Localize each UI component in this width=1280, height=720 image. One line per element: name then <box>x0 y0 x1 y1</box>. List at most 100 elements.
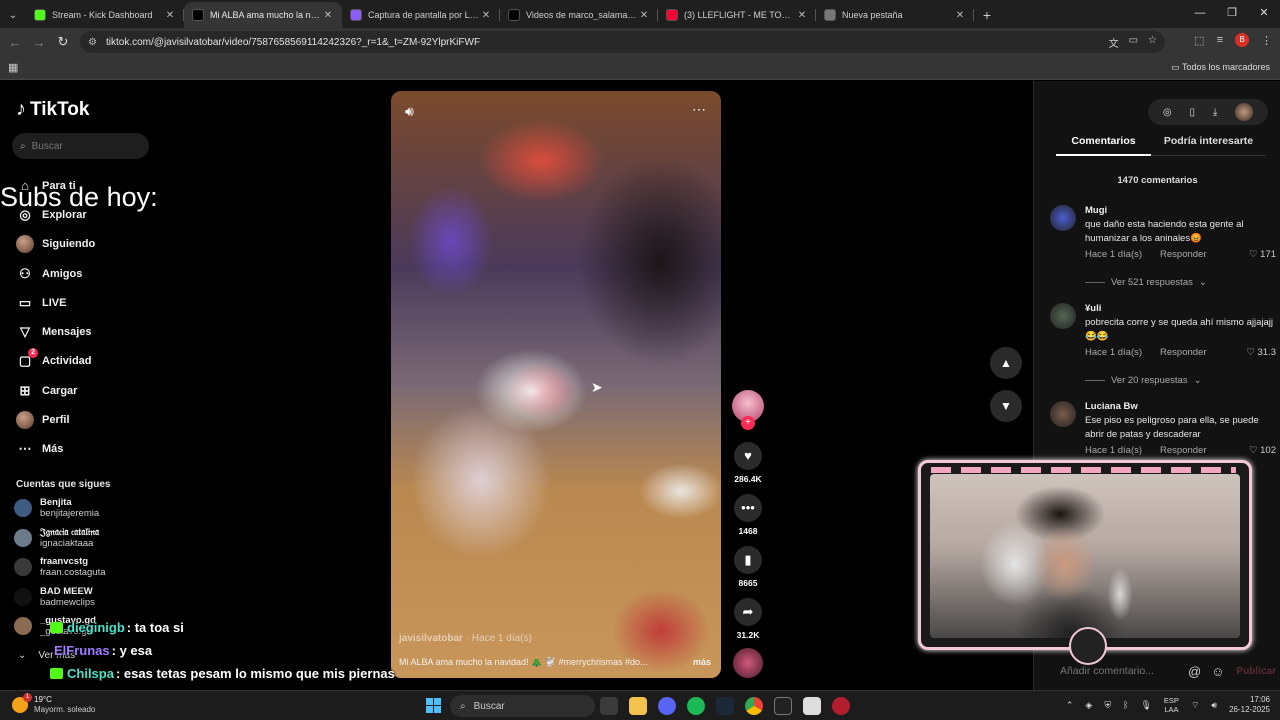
commenter-avatar[interactable] <box>1050 303 1076 329</box>
tab-close-icon[interactable]: ✕ <box>480 10 492 21</box>
reply-button[interactable]: Responder <box>1160 445 1206 456</box>
apps-grid-icon[interactable]: ▦ <box>8 61 18 74</box>
mic-icon[interactable]: 🎙︎ <box>1140 700 1151 711</box>
tiktok-logo[interactable]: ♪ TikTok <box>16 98 89 121</box>
sidebar-item-live[interactable]: ▭ LIVE <box>16 288 95 317</box>
chevron-down-icon[interactable]: ▼ <box>990 390 1022 422</box>
app-record-icon[interactable] <box>832 697 850 715</box>
commenter-avatar[interactable] <box>1050 205 1076 231</box>
extensions-icon[interactable]: ⬚ <box>1194 34 1204 47</box>
browser-tab[interactable]: Mi ALBA ama mucho la navidad✕ <box>184 2 342 28</box>
obs-icon[interactable] <box>774 697 792 715</box>
language-indicator[interactable]: ESP LAA <box>1164 696 1179 714</box>
view-replies-button[interactable]: Ver 521 respuestas ⌄ <box>1085 277 1276 288</box>
tab-might-interest[interactable]: Podría interesarte <box>1151 135 1266 156</box>
user-avatar[interactable] <box>1235 103 1254 121</box>
chrome-icon[interactable] <box>745 697 763 715</box>
following-account[interactable]: BAD MEEW badmewclips <box>14 586 95 608</box>
more-options-icon[interactable]: ⋯ <box>692 101 707 118</box>
taskbar-search[interactable]: ⌕ Buscar <box>450 695 595 717</box>
address-bar[interactable]: ⚙ tiktok.com/@javisilvatobar/video/75876… <box>80 31 1165 53</box>
comment-like-button[interactable]: ♡ 171 <box>1249 249 1276 260</box>
new-tab-button[interactable]: + <box>974 2 1000 28</box>
tray-chevron-up-icon[interactable]: ⌃ <box>1066 700 1074 711</box>
browser-tab[interactable]: Videos de marco_salamanca (@✕ <box>500 2 658 28</box>
tab-close-icon[interactable]: ✕ <box>638 10 650 21</box>
restore-icon[interactable]: ❐ <box>1216 0 1248 26</box>
start-windows-icon[interactable] <box>426 698 441 713</box>
music-disc[interactable] <box>733 648 763 678</box>
translate-icon[interactable]: 文 <box>1109 35 1119 50</box>
network-icon[interactable]: ◈ <box>1085 700 1092 711</box>
file-explorer-icon[interactable] <box>629 697 647 715</box>
security-icon[interactable]: ⛨ <box>1104 700 1111 711</box>
steam-icon[interactable] <box>716 697 734 715</box>
commenter-name[interactable]: Mugi <box>1085 205 1276 216</box>
comment-like-button[interactable]: ♡ 31.3 <box>1246 347 1276 358</box>
sidebar-item-perfil[interactable]: Perfil <box>16 405 95 434</box>
sidebar-item-actividad[interactable]: ▢ 2 Actividad <box>16 347 95 376</box>
commenter-name[interactable]: ¥uli <box>1085 303 1276 314</box>
caption-more-link[interactable]: más <box>693 657 711 668</box>
volume-tray-icon[interactable]: 🔊︎ <box>1211 700 1217 711</box>
tab-close-icon[interactable]: ✕ <box>796 10 808 21</box>
comment-button[interactable]: ••• 1468 <box>732 494 764 536</box>
discord-icon[interactable] <box>658 697 676 715</box>
tab-search-icon[interactable]: ⌄ <box>0 2 26 28</box>
mention-icon[interactable]: @ <box>1188 664 1201 679</box>
cast-icon[interactable]: ▭ <box>1129 35 1138 50</box>
sidebar-item-siguiendo[interactable]: Siguiendo <box>16 230 95 259</box>
tab-close-icon[interactable]: ✕ <box>954 10 966 21</box>
browser-tab[interactable]: (3) LLEFLIGHT - ME TOCA A MI✕ <box>658 2 816 28</box>
commenter-avatar[interactable] <box>1050 401 1076 427</box>
clock[interactable]: 17:06 26-12-2025 <box>1229 695 1270 715</box>
following-account[interactable]: Benjita benjitajeremia <box>14 497 99 519</box>
weather-widget[interactable]: 1 19°C Mayorm. soleado <box>12 693 95 715</box>
menu-kebab-icon[interactable]: ⋮ <box>1261 34 1272 47</box>
sidebar-item-amigos[interactable]: ⚇ Amigos <box>16 259 95 288</box>
app-icon[interactable] <box>803 697 821 715</box>
commenter-name[interactable]: Luciana Bw <box>1085 401 1276 412</box>
site-info-icon[interactable]: ⚙ <box>88 37 102 48</box>
bookmark-star-icon[interactable]: ☆ <box>1148 35 1157 50</box>
following-account[interactable]: 𝔍𝔤𝔫𝔞𝔠𝔦𝔞 𝔠𝔞𝔱𝔞𝔩𝔦𝔫𝔞 ignaciaktaaa <box>14 527 99 549</box>
download-icon[interactable]: ⤓ <box>1213 107 1217 118</box>
tab-close-icon[interactable]: ✕ <box>164 10 176 21</box>
publish-button[interactable]: Publicar <box>1237 666 1276 677</box>
share-button[interactable]: ➦ 31.2K <box>732 598 764 640</box>
bluetooth-icon[interactable]: ᛒ <box>1123 700 1128 710</box>
tab-close-icon[interactable]: ✕ <box>322 10 334 21</box>
media-icon[interactable]: ≡ <box>1217 34 1223 46</box>
task-view-icon[interactable] <box>600 697 618 715</box>
reload-icon[interactable]: ↻ <box>51 34 75 50</box>
tab-comments[interactable]: Comentarios <box>1056 135 1151 156</box>
following-account[interactable]: fraanvcstg fraan.costaguta <box>14 556 106 578</box>
sidebar-item-mensajes[interactable]: ▽ Mensajes <box>16 317 95 346</box>
comment-like-button[interactable]: ♡ 102 <box>1249 445 1276 456</box>
browser-tab[interactable]: Stream - Kick Dashboard ✕ <box>26 2 184 28</box>
profile-avatar[interactable]: B <box>1235 33 1249 47</box>
emoji-icon[interactable]: ☺ <box>1211 664 1224 679</box>
reply-button[interactable]: Responder <box>1160 347 1206 358</box>
reply-button[interactable]: Responder <box>1160 249 1206 260</box>
volume-icon[interactable]: 🔊︎ <box>405 103 414 120</box>
chevron-up-icon[interactable]: ▲ <box>990 347 1022 379</box>
close-window-icon[interactable]: ✕ <box>1248 0 1280 26</box>
video-author[interactable]: javisilvatobar · Hace 1 día(s) <box>399 633 532 644</box>
follow-plus-icon[interactable]: + <box>741 416 755 430</box>
sidebar-item-ms[interactable]: ⋯ Más <box>16 435 95 464</box>
save-button[interactable]: ▮ 8665 <box>732 546 764 588</box>
creator-avatar[interactable]: + <box>732 390 764 430</box>
like-button[interactable]: ♥ 286.4K <box>732 442 764 484</box>
spotify-icon[interactable] <box>687 697 705 715</box>
browser-tab[interactable]: Nueva pestaña ✕ <box>816 2 974 28</box>
search-input[interactable]: ⌕ Buscar <box>12 133 149 159</box>
phone-icon[interactable]: ▯ <box>1189 107 1195 118</box>
all-bookmarks-button[interactable]: ▭ Todos los marcadores <box>1171 62 1270 73</box>
coin-icon[interactable]: ◎ <box>1163 107 1172 118</box>
back-icon[interactable]: ← <box>3 35 27 50</box>
view-replies-button[interactable]: Ver 20 respuestas ⌄ <box>1085 375 1276 386</box>
wifi-icon[interactable]: ⌔ <box>1191 700 1199 711</box>
minimize-icon[interactable]: — <box>1184 0 1216 26</box>
forward-icon[interactable]: → <box>27 35 51 50</box>
